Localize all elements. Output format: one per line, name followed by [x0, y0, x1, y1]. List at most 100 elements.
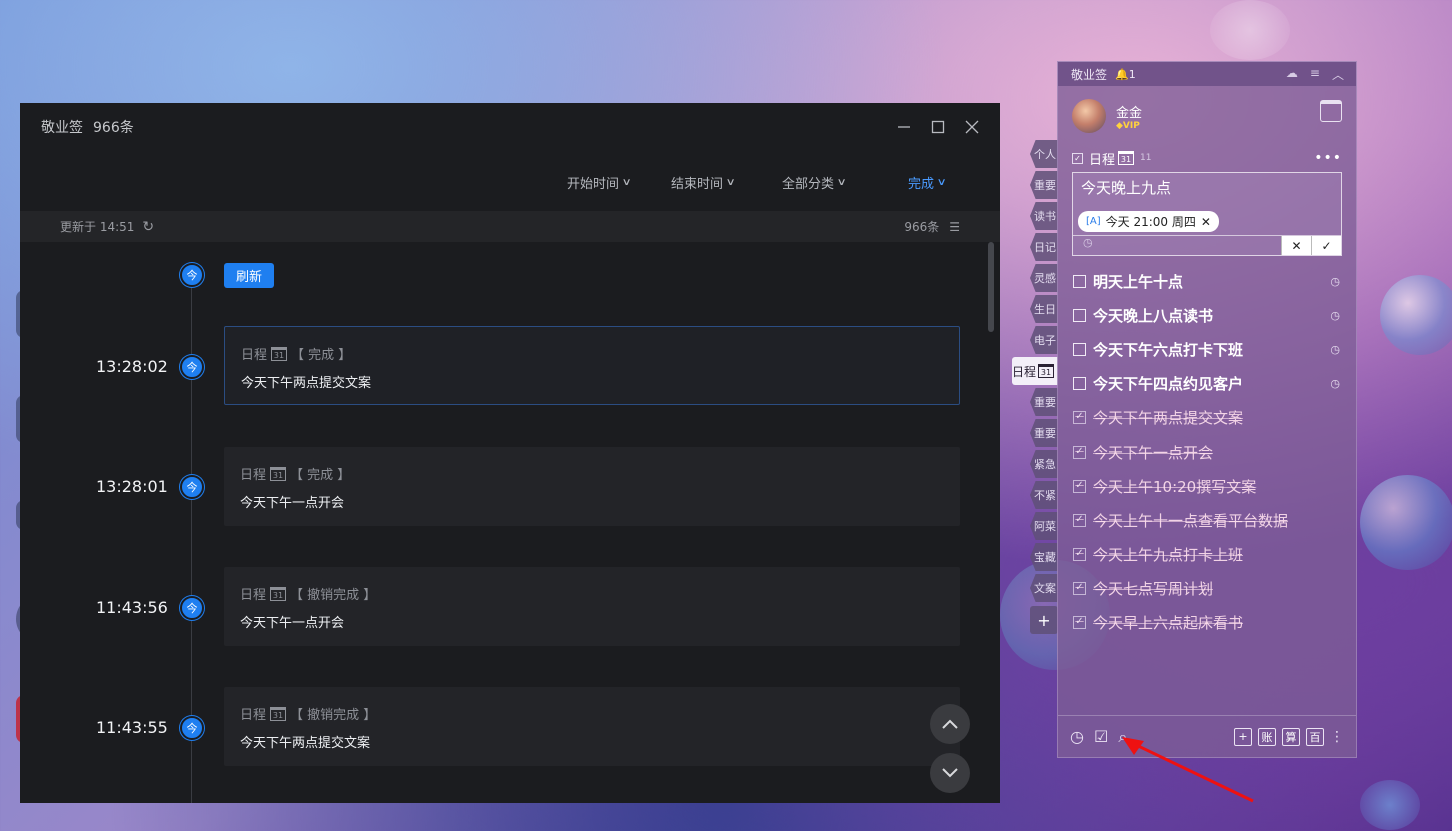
category-filter[interactable]: 全部分类 ∨	[782, 173, 847, 192]
cloud-sync-icon[interactable]: ☁	[1286, 66, 1298, 83]
close-icon[interactable]: ✕	[1201, 215, 1211, 229]
end-time-label: 结束时间	[671, 177, 724, 192]
timeline: 今 刷新 13:28:02 今 日程 31 【 完成 】 今天下午两点提交文案 …	[20, 242, 1000, 803]
todo-item[interactable]: 今天下午六点打卡下班 ◷	[1058, 332, 1356, 366]
entry-dot: 今	[180, 475, 204, 499]
menu-icon[interactable]: ≡	[1310, 66, 1320, 83]
todo-text: 今天上午九点打卡上班	[1093, 546, 1244, 565]
minimize-icon[interactable]	[894, 117, 914, 137]
tab-diary[interactable]: 日记	[1030, 233, 1058, 261]
tab-personal[interactable]: 个人	[1030, 140, 1058, 168]
reminder-date-label: 今天 21:00 周四	[1105, 215, 1196, 229]
todo-text: 今天下午六点打卡下班	[1093, 340, 1244, 359]
tab-important-3[interactable]: 重要	[1030, 419, 1058, 447]
todo-item[interactable]: 明天上午十点 ◷	[1058, 264, 1356, 298]
tab-acai[interactable]: 阿菜	[1030, 512, 1058, 540]
status-filter[interactable]: 完成 ∨	[908, 173, 947, 192]
calendar-icon: 31	[270, 706, 287, 721]
scroll-down-button[interactable]	[930, 753, 970, 793]
timeline-card[interactable]: 日程 31 【 完成 】 今天下午一点开会	[224, 447, 960, 526]
entry-action: 【 完成 】	[290, 468, 351, 483]
todo-text: 明天上午十点	[1093, 272, 1184, 291]
tab-birthday[interactable]: 生日	[1030, 295, 1058, 323]
ledger-button[interactable]: 账	[1258, 727, 1276, 746]
cancel-button[interactable]: ✕	[1281, 236, 1311, 255]
checkbox[interactable]: ✓	[1073, 616, 1086, 630]
done-filter-icon[interactable]: ☑	[1094, 727, 1108, 747]
tab-important-1[interactable]: 重要	[1030, 171, 1058, 199]
calculator-button[interactable]: 算	[1282, 727, 1300, 746]
total-count: 966条 ☰	[904, 218, 960, 235]
todo-item[interactable]: ✓ 今天上午九点打卡上班	[1058, 538, 1356, 572]
timeline-card[interactable]: 日程 31 【 撤销完成 】 今天下午一点开会	[224, 567, 960, 646]
list-icon[interactable]: ☰	[949, 220, 960, 234]
todo-text: 今天上午10:20撰写文案	[1093, 477, 1257, 496]
clock-icon[interactable]: ◷	[1073, 236, 1281, 255]
scrollbar[interactable]	[988, 242, 994, 332]
tab-schedule[interactable]: 日程 31	[1012, 357, 1058, 385]
more-icon[interactable]: ⋮	[1330, 729, 1344, 745]
checkbox[interactable]: ✓	[1073, 582, 1086, 596]
calendar-icon: 31	[1038, 364, 1054, 378]
scroll-up-button[interactable]	[930, 704, 970, 744]
window-title: 敬业签	[41, 120, 83, 136]
todo-item[interactable]: 今天晚上八点读书 ◷	[1058, 298, 1356, 332]
checkbox[interactable]	[1073, 377, 1086, 391]
note-editor[interactable]: 今天晚上九点 [A] 今天 21:00 周四 ✕ ◷ ✕ ✓	[1072, 172, 1342, 256]
editor-text[interactable]: 今天晚上九点	[1073, 173, 1341, 202]
history-icon[interactable]: ◷	[1070, 727, 1084, 747]
timeline-card[interactable]: 日程 31 【 撤销完成 】 今天下午两点提交文案	[224, 687, 960, 766]
tab-electronic[interactable]: 电子	[1030, 326, 1058, 354]
checkbox[interactable]: ✓	[1073, 411, 1086, 425]
collapse-icon[interactable]: ︿	[1332, 66, 1344, 83]
entry-dot: 今	[180, 716, 204, 740]
confirm-button[interactable]: ✓	[1311, 236, 1341, 255]
checkbox[interactable]	[1073, 308, 1086, 322]
todo-list: 明天上午十点 ◷ 今天晚上八点读书 ◷ 今天下午六点打卡下班 ◷ 今天下午四点约…	[1058, 264, 1356, 640]
todo-item[interactable]: ✓ 今天下午两点提交文案	[1058, 401, 1356, 435]
todo-item[interactable]: ✓ 今天下午一点开会	[1058, 435, 1356, 469]
close-icon[interactable]	[962, 117, 982, 137]
todo-item[interactable]: ✓ 今天早上六点起床看书	[1058, 606, 1356, 640]
checkbox[interactable]: ✓	[1073, 548, 1086, 562]
bell-icon[interactable]: 🔔1	[1115, 68, 1136, 81]
checkbox[interactable]: ✓	[1073, 479, 1086, 493]
reminder-date-chip[interactable]: [A] 今天 21:00 周四 ✕	[1078, 211, 1219, 232]
chevron-down-icon: ∨	[836, 177, 847, 188]
avatar[interactable]	[1072, 99, 1106, 133]
calendar-icon[interactable]	[1320, 100, 1342, 122]
maximize-icon[interactable]	[928, 117, 948, 137]
todo-item[interactable]: ✓ 今天七点写周计划	[1058, 572, 1356, 606]
editor-toolbar: ◷ ✕ ✓	[1073, 235, 1341, 255]
start-time-filter[interactable]: 开始时间 ∨	[567, 173, 632, 192]
filter-bar: 开始时间 ∨ 结束时间 ∨ 全部分类 ∨ 完成 ∨	[20, 151, 1000, 211]
entry-time: 13:28:01	[96, 477, 168, 496]
tab-important-2[interactable]: 重要	[1030, 388, 1058, 416]
checkbox[interactable]: ✓	[1073, 445, 1086, 459]
baidu-button[interactable]: 百	[1306, 727, 1324, 746]
tab-reading[interactable]: 读书	[1030, 202, 1058, 230]
tab-not-urgent[interactable]: 不紧	[1030, 481, 1058, 509]
tab-copywriting[interactable]: 文案	[1030, 574, 1058, 602]
total-count-label: 966条	[904, 220, 940, 234]
add-tab-button[interactable]: +	[1030, 606, 1058, 634]
todo-item[interactable]: 今天下午四点约见客户 ◷	[1058, 367, 1356, 401]
tab-treasure[interactable]: 宝藏	[1030, 543, 1058, 571]
end-time-filter[interactable]: 结束时间 ∨	[671, 173, 736, 192]
vip-label: VIP	[1122, 120, 1140, 131]
today-dot: 今	[180, 263, 204, 287]
checkbox[interactable]: ✓	[1073, 513, 1086, 527]
timeline-card[interactable]: 日程 31 【 完成 】 今天下午两点提交文案	[224, 326, 960, 405]
todo-item[interactable]: ✓ 今天上午十一点查看平台数据	[1058, 503, 1356, 537]
refresh-icon[interactable]: ↻	[142, 219, 154, 235]
checkbox[interactable]	[1073, 274, 1086, 288]
note-app-name: 敬业签	[1071, 67, 1108, 82]
tab-urgent[interactable]: 紧急	[1030, 450, 1058, 478]
tab-inspiration[interactable]: 灵感	[1030, 264, 1058, 292]
more-icon[interactable]: •••	[1314, 150, 1342, 166]
checkbox[interactable]	[1073, 342, 1086, 356]
status-label: 完成	[908, 177, 935, 192]
todo-item[interactable]: ✓ 今天上午10:20撰写文案	[1058, 469, 1356, 503]
refresh-button[interactable]: 刷新	[224, 263, 275, 288]
note-window: 敬业签 🔔1 ☁ ≡ ︿ 金金 ◆VIP ✓ 日程 31 11 ••• 今天晚上…	[1057, 61, 1357, 758]
